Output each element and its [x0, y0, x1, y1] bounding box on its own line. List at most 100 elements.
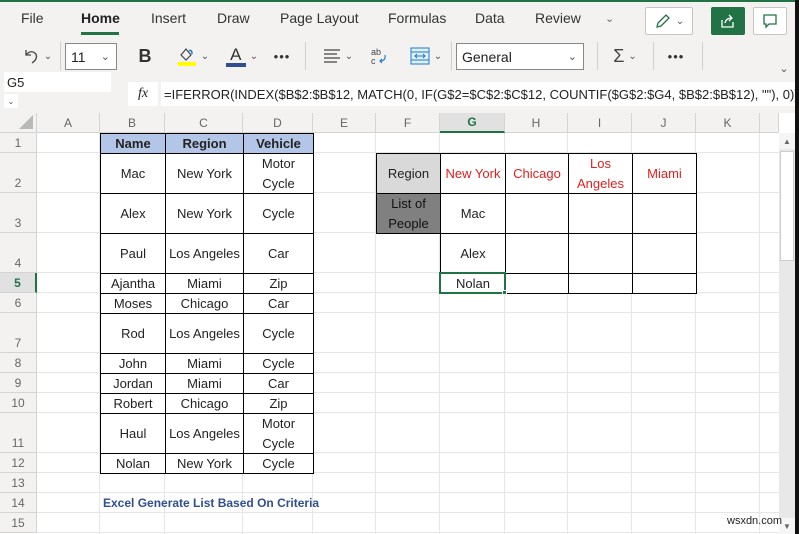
align-button[interactable]: ⌄: [318, 44, 358, 68]
column-header-c[interactable]: C: [165, 113, 243, 133]
tab-page-layout[interactable]: Page Layout: [280, 10, 359, 26]
row-header-3[interactable]: 3: [0, 193, 37, 233]
source-cell[interactable]: Jordan: [100, 373, 166, 394]
region-header-cell[interactable]: New York: [440, 153, 506, 194]
row-header-7[interactable]: 7: [0, 313, 37, 353]
row-header-11[interactable]: 11: [0, 413, 37, 453]
tab-data[interactable]: Data: [475, 10, 505, 26]
source-cell[interactable]: Motor Cycle: [243, 413, 314, 454]
column-header-e[interactable]: E: [313, 113, 376, 133]
scroll-thumb[interactable]: [780, 151, 794, 261]
result-cell[interactable]: [632, 193, 697, 234]
source-cell[interactable]: Los Angeles: [165, 233, 244, 274]
undo-button[interactable]: ⌄: [17, 44, 57, 68]
result-cell[interactable]: [505, 273, 569, 294]
region-header-cell[interactable]: Los Angeles: [568, 153, 633, 194]
source-cell[interactable]: Los Angeles: [165, 413, 244, 454]
worksheet-grid[interactable]: A B C D E F G H I J K 1 2 3 4 5 6 7 8 9 10 11 12 13 14 15 Name Regi…: [0, 113, 779, 534]
source-cell[interactable]: Chicago: [165, 293, 244, 314]
region-header-cell[interactable]: Chicago: [505, 153, 569, 194]
source-cell[interactable]: Cycle: [243, 193, 314, 234]
wrap-text-button[interactable]: ab c: [366, 44, 392, 68]
source-cell[interactable]: Zip: [243, 273, 314, 294]
result-cell[interactable]: Nolan: [440, 273, 506, 294]
source-cell[interactable]: Robert: [100, 393, 166, 414]
result-cell[interactable]: [505, 193, 569, 234]
result-cell[interactable]: Alex: [440, 233, 506, 274]
source-cell[interactable]: Nolan: [100, 453, 166, 474]
autosum-button[interactable]: Σ ⌄: [605, 44, 645, 68]
source-cell[interactable]: Miami: [165, 273, 244, 294]
column-header-g[interactable]: G: [440, 113, 505, 133]
row-header-12[interactable]: 12: [0, 453, 37, 473]
row-header-15[interactable]: 15: [0, 513, 37, 533]
source-cell[interactable]: John: [100, 353, 166, 374]
font-size-select[interactable]: 11 ⌄: [65, 43, 117, 70]
source-cell[interactable]: Cycle: [243, 453, 314, 474]
source-cell[interactable]: Moses: [100, 293, 166, 314]
comments-button[interactable]: [753, 7, 787, 35]
source-cell[interactable]: Paul: [100, 233, 166, 274]
source-cell[interactable]: Car: [243, 373, 314, 394]
source-cell[interactable]: Alex: [100, 193, 166, 234]
result-cell[interactable]: Mac: [440, 193, 506, 234]
region-label-cell[interactable]: Region: [376, 153, 441, 194]
more-options-button-2[interactable]: •••: [662, 44, 690, 68]
row-header-8[interactable]: 8: [0, 353, 37, 373]
tab-formulas[interactable]: Formulas: [388, 10, 446, 26]
source-cell[interactable]: Los Angeles: [165, 313, 244, 354]
source-cell[interactable]: Miami: [165, 353, 244, 374]
source-cell[interactable]: Rod: [100, 313, 166, 354]
fill-handle[interactable]: [502, 290, 507, 295]
more-tabs-chevron-icon[interactable]: ⌄: [605, 12, 614, 25]
source-cell[interactable]: Motor Cycle: [243, 153, 314, 194]
vertical-scrollbar[interactable]: ▲ ▼: [779, 133, 795, 534]
source-cell[interactable]: Cycle: [243, 353, 314, 374]
row-header-4[interactable]: 4: [0, 233, 37, 273]
more-options-button[interactable]: •••: [268, 44, 296, 68]
source-cell[interactable]: Miami: [165, 373, 244, 394]
source-cell[interactable]: Zip: [243, 393, 314, 414]
column-header-f[interactable]: F: [376, 113, 440, 133]
row-header-10[interactable]: 10: [0, 393, 37, 413]
scroll-up-icon[interactable]: ▲: [779, 133, 795, 149]
column-header-a[interactable]: A: [37, 113, 100, 133]
name-box[interactable]: G5: [4, 72, 111, 92]
column-header-j[interactable]: J: [632, 113, 696, 133]
row-header-14[interactable]: 14: [0, 493, 37, 513]
row-header-1[interactable]: 1: [0, 133, 37, 153]
name-box-chevron-icon[interactable]: ⌄: [4, 94, 18, 108]
row-header-5[interactable]: 5: [0, 273, 37, 293]
row-header-6[interactable]: 6: [0, 293, 37, 313]
source-cell[interactable]: New York: [165, 153, 244, 194]
fx-icon[interactable]: fx: [128, 82, 158, 106]
fill-color-button[interactable]: ⌄: [172, 44, 212, 68]
source-cell[interactable]: Car: [243, 293, 314, 314]
result-cell[interactable]: [632, 233, 697, 274]
number-format-select[interactable]: General ⌄: [456, 43, 584, 70]
editing-mode-button[interactable]: ⌄: [645, 7, 693, 35]
row-header-9[interactable]: 9: [0, 373, 37, 393]
source-cell[interactable]: Mac: [100, 153, 166, 194]
source-header-name[interactable]: Name: [100, 133, 166, 154]
column-header-i[interactable]: I: [568, 113, 632, 133]
source-cell[interactable]: Chicago: [165, 393, 244, 414]
source-cell[interactable]: Ajantha: [100, 273, 166, 294]
select-all-corner[interactable]: [0, 113, 37, 133]
region-header-cell[interactable]: Miami: [632, 153, 697, 194]
source-cell[interactable]: Car: [243, 233, 314, 274]
source-header-region[interactable]: Region: [165, 133, 244, 154]
tab-draw[interactable]: Draw: [217, 10, 250, 26]
share-button[interactable]: [711, 7, 745, 35]
formula-input[interactable]: =IFERROR(INDEX($B$2:$B$12, MATCH(0, IF(G…: [161, 82, 795, 106]
tab-insert[interactable]: Insert: [151, 10, 186, 26]
row-header-13[interactable]: 13: [0, 473, 37, 493]
column-header-h[interactable]: H: [505, 113, 568, 133]
merge-cells-button[interactable]: ⌄: [406, 44, 446, 68]
source-cell[interactable]: Haul: [100, 413, 166, 454]
tab-review[interactable]: Review: [535, 10, 581, 26]
source-cell[interactable]: New York: [165, 453, 244, 474]
source-cell[interactable]: New York: [165, 193, 244, 234]
row-header-2[interactable]: 2: [0, 153, 37, 193]
tab-file[interactable]: File: [21, 10, 44, 26]
